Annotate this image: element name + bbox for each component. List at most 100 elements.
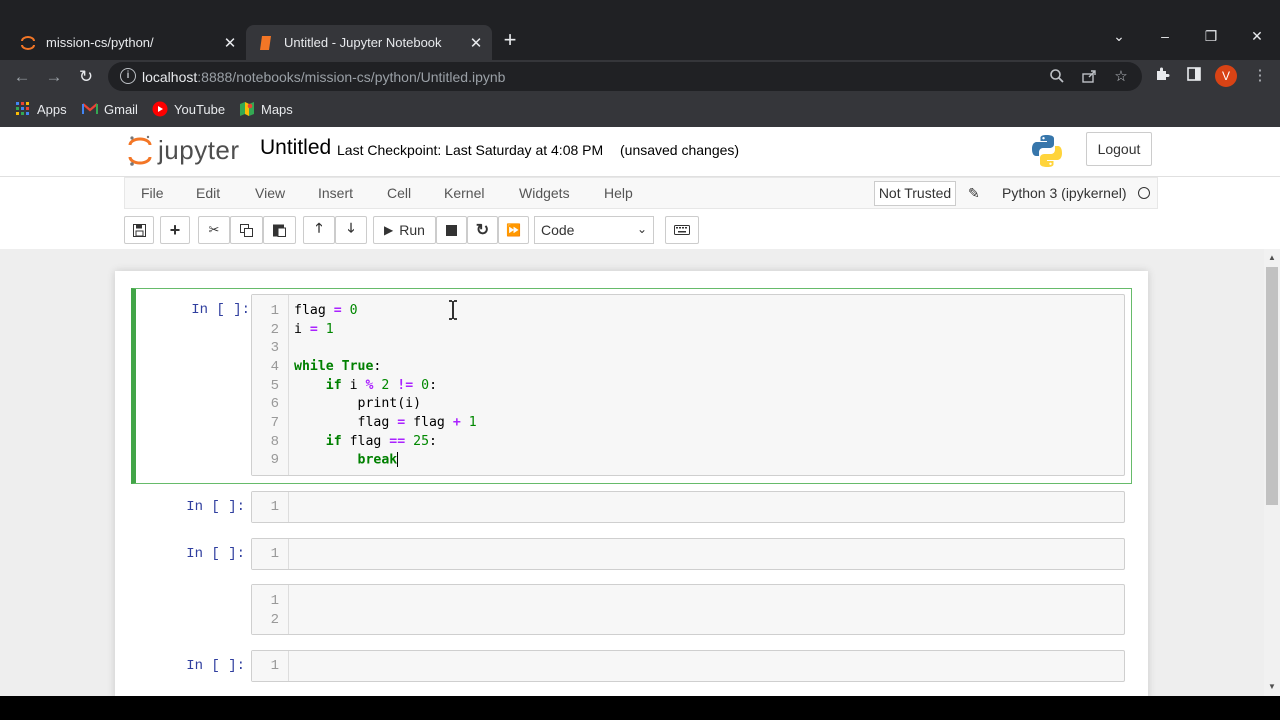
bottom-black-bar: [0, 696, 1280, 720]
bookmark-youtube[interactable]: YouTube: [152, 101, 225, 117]
profile-avatar[interactable]: V: [1215, 65, 1237, 87]
site-info-icon[interactable]: i: [120, 68, 136, 84]
bookmark-label: Maps: [261, 101, 293, 117]
run-button[interactable]: ▶ Run: [373, 216, 436, 244]
scroll-up-icon[interactable]: ▲: [1267, 253, 1277, 262]
screen: mission-cs/python/ ✕ Untitled - Jupyter …: [0, 0, 1280, 720]
save-button[interactable]: [124, 216, 154, 244]
command-palette-button[interactable]: [665, 216, 699, 244]
play-icon: ▶: [384, 223, 394, 237]
code-editor[interactable]: 1 2 3 4 5 6 7 8 9 flag = 0 i = 1 while T…: [251, 294, 1125, 476]
share-icon[interactable]: [1080, 68, 1098, 86]
cell-type-value: Code: [541, 222, 575, 238]
bookmark-star-icon[interactable]: ☆: [1112, 68, 1130, 86]
code-cell[interactable]: In [ ]: 1: [131, 536, 1132, 576]
bookmark-maps[interactable]: Maps: [239, 101, 293, 117]
restart-button[interactable]: ↻: [467, 216, 498, 244]
code-cell-selected[interactable]: In [ ]: 1 2 3 4 5 6 7 8 9 flag = 0 i = 1: [131, 288, 1132, 484]
minimize-icon[interactable]: –: [1155, 28, 1175, 44]
menubar: File Edit View Insert Cell Kernel Widget…: [124, 177, 1158, 209]
url-text[interactable]: localhost:8888/notebooks/mission-cs/pyth…: [142, 69, 505, 85]
address-bar[interactable]: i localhost:8888/notebooks/mission-cs/py…: [108, 62, 1142, 91]
bookmark-gmail[interactable]: Gmail: [82, 101, 138, 117]
tab-untitled[interactable]: Untitled - Jupyter Notebook ✕: [246, 25, 492, 60]
notebook-name[interactable]: Untitled: [260, 136, 331, 160]
menu-file[interactable]: File: [141, 185, 164, 201]
markdown-cell[interactable]: 1 2: [131, 583, 1132, 639]
close-tab-icon[interactable]: ✕: [220, 34, 240, 52]
menu-kernel[interactable]: Kernel: [444, 185, 484, 201]
tab-title: mission-cs/python/: [46, 35, 154, 50]
menu-cell[interactable]: Cell: [387, 185, 411, 201]
reload-icon[interactable]: ↻: [75, 66, 97, 88]
python-logo-icon: [1032, 135, 1062, 167]
kernel-idle-indicator: [1138, 187, 1150, 199]
line-number: 3: [270, 340, 279, 356]
interrupt-button[interactable]: [436, 216, 467, 244]
code-cell[interactable]: In [ ]: 1: [131, 489, 1132, 529]
save-icon: [132, 223, 146, 237]
scrollbar-thumb[interactable]: [1266, 267, 1278, 505]
menu-help[interactable]: Help: [604, 185, 633, 201]
menu-view[interactable]: View: [255, 185, 285, 201]
edit-kernel-pencil-icon[interactable]: ✎: [968, 185, 980, 202]
scroll-down-icon[interactable]: ▼: [1267, 682, 1277, 691]
code-line: flag = flag + 1: [294, 415, 477, 430]
code-line: if i % 2 != 0:: [325, 378, 438, 393]
forward-icon[interactable]: →: [43, 66, 65, 88]
new-tab-button[interactable]: +: [500, 29, 520, 52]
cell-type-select[interactable]: Code ⌄: [534, 216, 654, 244]
bookmark-apps[interactable]: Apps: [15, 101, 67, 117]
text-editor[interactable]: 1 2: [251, 584, 1125, 635]
line-number: 5: [270, 378, 279, 394]
copy-button[interactable]: [230, 216, 263, 244]
line-number: 9: [270, 452, 279, 468]
paste-button[interactable]: [263, 216, 296, 244]
insert-cell-button[interactable]: +: [160, 216, 190, 244]
run-label: Run: [399, 222, 425, 238]
code-editor[interactable]: 1: [251, 491, 1125, 523]
restore-icon[interactable]: ❐: [1201, 28, 1221, 45]
restart-run-all-button[interactable]: ⏩: [498, 216, 529, 244]
move-up-button[interactable]: 🡑: [303, 216, 335, 244]
more-options-icon[interactable]: ⋮: [1250, 66, 1270, 86]
extensions-icon[interactable]: [1152, 66, 1172, 86]
cut-button[interactable]: ✂: [198, 216, 230, 244]
line-number: 1: [270, 499, 279, 515]
stop-icon: [446, 224, 457, 236]
arrow-down-icon: 🡓: [347, 220, 355, 235]
tab-title: Untitled - Jupyter Notebook: [284, 35, 442, 50]
code-editor[interactable]: 1: [251, 538, 1125, 570]
side-panel-icon[interactable]: [1184, 66, 1204, 86]
text-caret: [397, 452, 399, 467]
close-tab-icon[interactable]: ✕: [466, 34, 486, 52]
menu-widgets[interactable]: Widgets: [519, 185, 570, 201]
back-icon[interactable]: ←: [11, 66, 33, 88]
window-close-icon[interactable]: ✕: [1247, 28, 1267, 45]
apps-grid-icon: [15, 101, 31, 117]
code-line: print(i): [294, 396, 422, 411]
notebook-container: In [ ]: 1 2 3 4 5 6 7 8 9 flag = 0 i = 1: [115, 271, 1148, 696]
text-cursor-ibeam-icon: [449, 300, 457, 320]
jupyter-header: jupyter Untitled Last Checkpoint: Last S…: [0, 127, 1280, 177]
code-line: i = 1: [294, 322, 334, 337]
unsaved-changes-indicator: (unsaved changes): [620, 142, 740, 158]
code-editor[interactable]: 1: [251, 650, 1125, 682]
kernel-name[interactable]: Python 3 (ipykernel): [1002, 185, 1127, 201]
browser-tab-bar: mission-cs/python/ ✕ Untitled - Jupyter …: [0, 0, 1280, 60]
gmail-icon: [82, 101, 98, 117]
menu-edit[interactable]: Edit: [196, 185, 220, 201]
line-number: 4: [270, 359, 279, 375]
zoom-icon[interactable]: [1048, 68, 1066, 86]
fast-forward-icon: ⏩: [506, 223, 521, 237]
tab-search-icon[interactable]: ⌄: [1109, 28, 1129, 45]
jupyter-logo[interactable]: jupyter: [128, 132, 240, 168]
page-scrollbar[interactable]: ▲ ▼: [1264, 249, 1280, 696]
move-down-button[interactable]: 🡓: [335, 216, 367, 244]
code-cell[interactable]: In [ ]: 1: [131, 648, 1132, 688]
tab-mission-cs[interactable]: mission-cs/python/ ✕: [8, 25, 246, 60]
not-trusted-button[interactable]: Not Trusted: [874, 181, 956, 206]
line-number: 1: [270, 303, 279, 319]
menu-insert[interactable]: Insert: [318, 185, 353, 201]
logout-button[interactable]: Logout: [1086, 132, 1152, 166]
